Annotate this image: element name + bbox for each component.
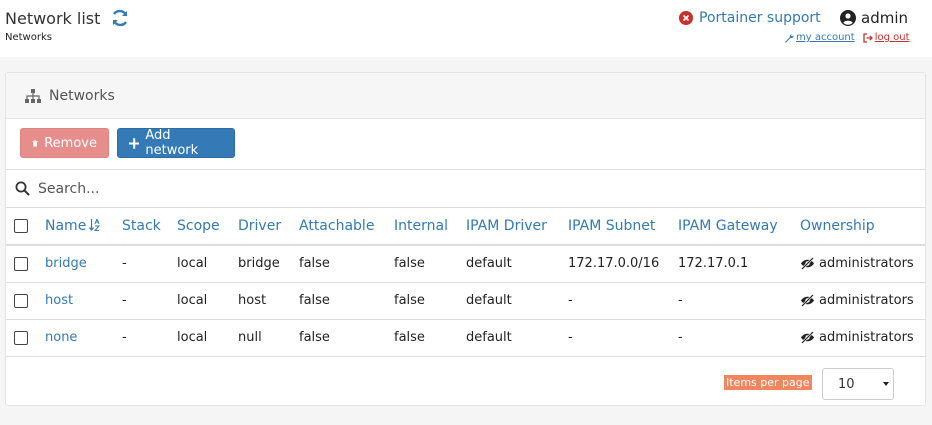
column-header-driver[interactable]: Driver bbox=[238, 208, 299, 245]
cell-ipam-gateway: - bbox=[678, 293, 683, 308]
cell-driver: bridge bbox=[238, 256, 280, 272]
cell-attachable: false bbox=[299, 256, 330, 272]
networks-widget: Networks Remove Add network Search... Na… bbox=[5, 72, 926, 406]
refresh-icon[interactable] bbox=[110, 8, 130, 28]
remove-button[interactable]: Remove bbox=[20, 128, 109, 158]
eye-slash-icon bbox=[801, 331, 814, 344]
page-title: Network list bbox=[5, 8, 130, 28]
cell-driver: null bbox=[238, 330, 262, 345]
table-header-row: Name Stack Scope Driver Attachable Inter… bbox=[6, 208, 925, 245]
widget-header: Networks bbox=[6, 73, 925, 119]
table-row: host - local host false false default - … bbox=[6, 282, 925, 319]
row-checkbox[interactable] bbox=[14, 293, 28, 308]
toolbar: Remove Add network bbox=[6, 119, 925, 169]
top-bar: Network list Networks Portainer support … bbox=[0, 0, 932, 57]
my-account-link[interactable]: my account bbox=[784, 32, 855, 43]
table-row: none - local null false false default - … bbox=[6, 319, 925, 356]
column-header-name[interactable]: Name bbox=[45, 208, 122, 245]
row-checkbox[interactable] bbox=[14, 330, 28, 345]
cell-ipam-driver: default bbox=[466, 293, 512, 308]
column-header-ipam-driver[interactable]: IPAM Driver bbox=[466, 208, 568, 245]
column-header-ownership[interactable]: Ownership bbox=[800, 208, 925, 245]
cell-driver: host bbox=[238, 293, 267, 308]
support-link[interactable]: Portainer support bbox=[679, 10, 821, 26]
wrench-icon bbox=[785, 33, 794, 43]
cell-ownership: administrators bbox=[800, 245, 925, 282]
column-header-ipam-subnet[interactable]: IPAM Subnet bbox=[568, 208, 678, 245]
plus-icon bbox=[129, 137, 140, 149]
select-all-checkbox[interactable] bbox=[14, 219, 28, 233]
cell-attachable: false bbox=[299, 330, 330, 345]
search-bar bbox=[6, 169, 925, 208]
sign-out-icon bbox=[863, 32, 873, 43]
caret-down-icon bbox=[883, 382, 889, 386]
cell-attachable: false bbox=[299, 293, 330, 308]
add-network-button[interactable]: Add network bbox=[117, 128, 235, 158]
logout-link[interactable]: log out bbox=[863, 32, 910, 43]
widget-title: Networks bbox=[49, 87, 115, 104]
network-name-link[interactable]: host bbox=[45, 282, 122, 319]
cell-scope: local bbox=[177, 293, 208, 308]
column-header-scope[interactable]: Scope bbox=[177, 208, 238, 245]
trash-icon bbox=[32, 139, 38, 147]
cell-scope: local bbox=[177, 256, 208, 272]
items-per-page-label: Items per page bbox=[724, 375, 812, 390]
breadcrumb: Networks bbox=[5, 32, 52, 43]
cell-ownership: administrators bbox=[800, 282, 925, 319]
cell-ipam-gateway: 172.17.0.1 bbox=[678, 256, 749, 272]
eye-slash-icon bbox=[801, 294, 814, 307]
cell-stack: - bbox=[122, 330, 127, 345]
account-links: my account log out bbox=[784, 32, 910, 43]
cell-ipam-gateway: - bbox=[678, 330, 683, 345]
cell-ipam-driver: default bbox=[466, 256, 512, 272]
column-header-internal[interactable]: Internal bbox=[394, 208, 466, 245]
cell-ipam-subnet: - bbox=[568, 330, 573, 345]
close-circle-icon bbox=[679, 11, 693, 25]
search-icon bbox=[15, 181, 30, 196]
cell-internal: false bbox=[394, 330, 425, 345]
cell-scope: local bbox=[177, 330, 208, 345]
sort-alpha-asc-icon bbox=[89, 217, 101, 231]
row-checkbox[interactable] bbox=[14, 256, 28, 271]
sitemap-icon bbox=[25, 88, 41, 103]
cell-stack: - bbox=[122, 293, 127, 308]
user-menu: admin bbox=[840, 9, 908, 27]
cell-ipam-subnet: - bbox=[568, 293, 573, 308]
cell-stack: - bbox=[122, 256, 127, 272]
username: admin bbox=[861, 9, 908, 27]
cell-ipam-subnet: 172.17.0.0/16 bbox=[568, 256, 660, 272]
items-per-page-select[interactable]: 10 bbox=[822, 368, 894, 400]
column-header-ipam-gateway[interactable]: IPAM Gateway bbox=[678, 208, 800, 245]
table-footer: Items per page 10 bbox=[6, 360, 925, 406]
network-name-link[interactable]: bridge bbox=[45, 245, 122, 282]
cell-ownership: administrators bbox=[800, 319, 925, 356]
search-input[interactable] bbox=[38, 180, 538, 197]
eye-slash-icon bbox=[801, 257, 814, 271]
cell-internal: false bbox=[394, 256, 425, 272]
column-header-attachable[interactable]: Attachable bbox=[299, 208, 394, 245]
cell-ipam-driver: default bbox=[466, 330, 512, 345]
column-header-stack[interactable]: Stack bbox=[122, 208, 177, 245]
network-name-link[interactable]: none bbox=[45, 319, 122, 356]
networks-table: Name Stack Scope Driver Attachable Inter… bbox=[6, 208, 925, 357]
cell-internal: false bbox=[394, 293, 425, 308]
table-row: bridge - local bridge false false defaul… bbox=[6, 245, 925, 282]
user-circle-icon bbox=[840, 10, 856, 26]
